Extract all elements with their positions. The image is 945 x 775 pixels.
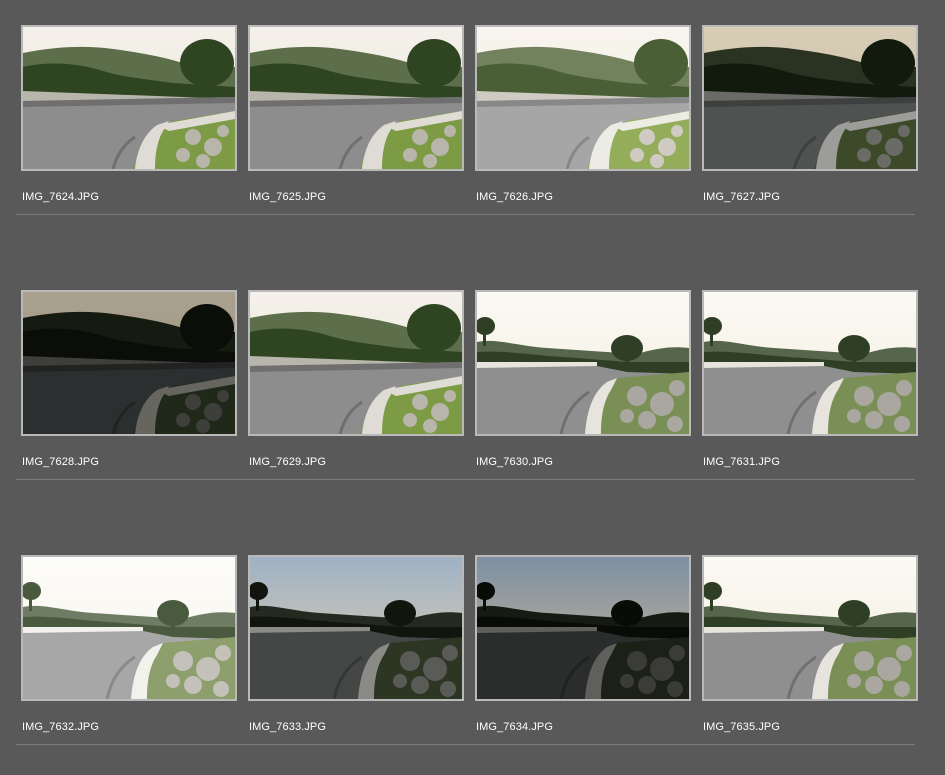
- thumbnail-image[interactable]: [702, 25, 918, 171]
- thumbnail-image[interactable]: [475, 290, 691, 436]
- thumbnail-filename: IMG_7624.JPG: [22, 191, 100, 203]
- thumbnail-filename: IMG_7628.JPG: [22, 456, 100, 468]
- thumbnail-image[interactable]: [248, 555, 464, 701]
- thumbnail-image[interactable]: [475, 555, 691, 701]
- landscape-photo: [23, 27, 235, 169]
- thumbnail-image[interactable]: [21, 555, 237, 701]
- thumbnail-filename: IMG_7635.JPG: [703, 721, 781, 733]
- thumbnail-filename: IMG_7629.JPG: [249, 456, 327, 468]
- thumbnail-image[interactable]: [702, 555, 918, 701]
- thumbnail-filename: IMG_7632.JPG: [22, 721, 100, 733]
- thumbnail-image[interactable]: [21, 290, 237, 436]
- landscape-photo: [250, 27, 462, 169]
- landscape-photo: [704, 292, 916, 434]
- thumbnail-filename: IMG_7633.JPG: [249, 721, 327, 733]
- landscape-photo: [477, 557, 689, 699]
- thumbnail-image[interactable]: [248, 25, 464, 171]
- thumbnail-filename: IMG_7627.JPG: [703, 191, 781, 203]
- landscape-photo: [704, 557, 916, 699]
- row-divider: [16, 479, 915, 480]
- row-divider: [16, 744, 915, 745]
- landscape-photo: [23, 557, 235, 699]
- thumbnail-image[interactable]: [702, 290, 918, 436]
- thumbnail-filename: IMG_7625.JPG: [249, 191, 327, 203]
- landscape-photo: [704, 27, 916, 169]
- thumbnail-image[interactable]: [21, 25, 237, 171]
- thumbnail-filename: IMG_7634.JPG: [476, 721, 554, 733]
- thumbnail-filename: IMG_7626.JPG: [476, 191, 554, 203]
- thumbnail-image[interactable]: [248, 290, 464, 436]
- thumbnail-image[interactable]: [475, 25, 691, 171]
- landscape-photo: [250, 557, 462, 699]
- landscape-photo: [477, 27, 689, 169]
- landscape-photo: [23, 292, 235, 434]
- thumbnail-grid: IMG_7624.JPG IMG_7625.JPG IMG_7626.JPG I…: [0, 0, 945, 775]
- row-divider: [16, 214, 915, 215]
- landscape-photo: [477, 292, 689, 434]
- thumbnail-filename: IMG_7630.JPG: [476, 456, 554, 468]
- landscape-photo: [250, 292, 462, 434]
- thumbnail-filename: IMG_7631.JPG: [703, 456, 781, 468]
